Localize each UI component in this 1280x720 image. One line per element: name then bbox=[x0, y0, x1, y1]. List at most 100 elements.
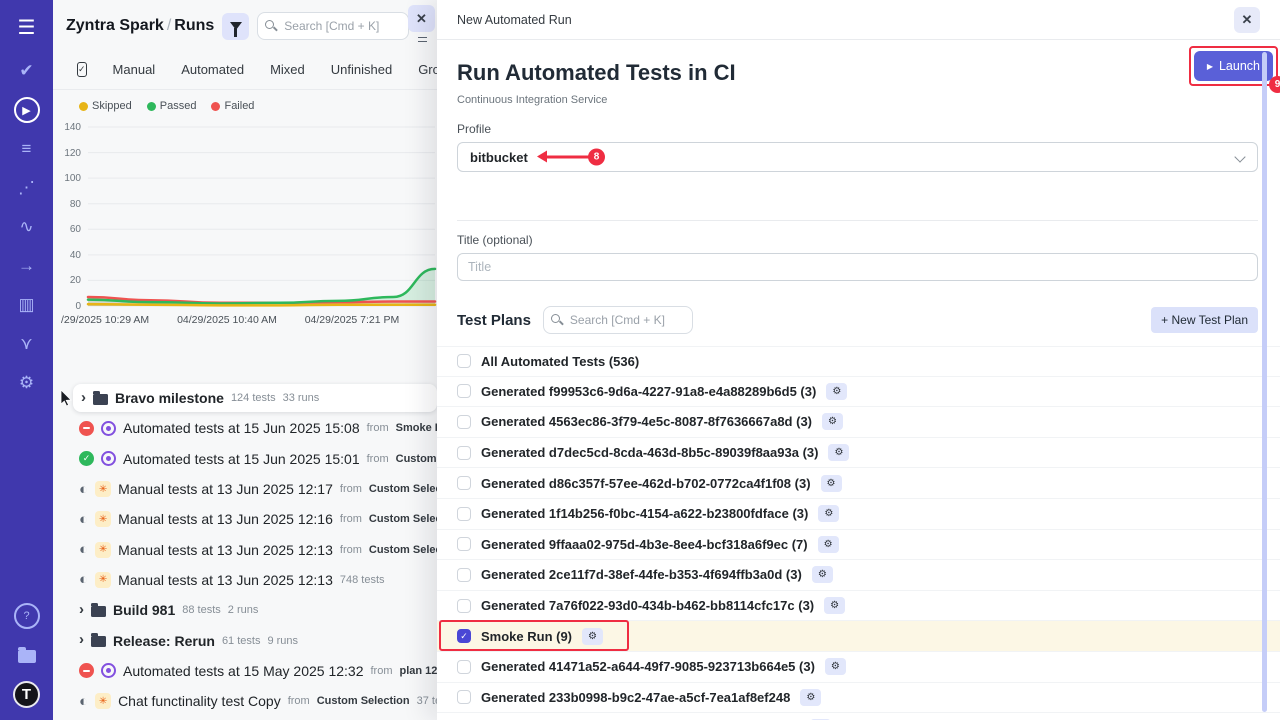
test-plan-row[interactable]: Generated f99953c6-9d6a-4227-91a8-e4a882… bbox=[437, 377, 1280, 408]
manual-run-icon: ✳ bbox=[95, 511, 111, 527]
plan-checkbox[interactable] bbox=[457, 384, 471, 398]
new-test-plan-button[interactable]: + New Test Plan bbox=[1151, 307, 1258, 333]
plan-checkbox[interactable] bbox=[457, 507, 471, 521]
chevron-right-icon[interactable]: › bbox=[79, 602, 84, 617]
tab-unfinished[interactable]: Unfinished bbox=[331, 62, 392, 77]
plan-settings-button[interactable]: ⚙ bbox=[824, 597, 845, 614]
plan-checkbox[interactable] bbox=[457, 415, 471, 429]
x-tick-label: /29/2025 10:29 AM bbox=[61, 314, 149, 326]
analytics-icon[interactable]: ▥ bbox=[14, 292, 40, 318]
test-plan-row[interactable]: Generated 233b0998-b9c2-47ae-a5cf-7ea1af… bbox=[437, 683, 1280, 714]
folder-row[interactable]: ›Bravo milestone124 tests33 runs bbox=[53, 383, 437, 413]
test-plan-row[interactable]: Generated d86c357f-57ee-462d-b702-0772ca… bbox=[437, 468, 1280, 499]
profile-annotation: 8 bbox=[546, 149, 605, 166]
run-row[interactable]: Automated tests at 15 May 2025 12:32from… bbox=[53, 656, 437, 686]
select-runs-icon[interactable]: ✓ bbox=[77, 62, 87, 77]
pulse-icon[interactable]: ∿ bbox=[14, 214, 40, 240]
tab-mixed[interactable]: Mixed bbox=[270, 62, 305, 77]
test-plan-row[interactable]: Generated 2ce11f7d-38ef-44fe-b353-4f694f… bbox=[437, 560, 1280, 591]
runs-search-input[interactable] bbox=[257, 12, 409, 40]
test-plan-row[interactable]: Generated 9ffaaa02-975d-4b3e-8ee4-bcf318… bbox=[437, 530, 1280, 561]
title-input[interactable] bbox=[457, 253, 1258, 281]
plan-settings-button[interactable]: ⚙ bbox=[828, 444, 849, 461]
plan-checkbox[interactable] bbox=[457, 599, 471, 613]
plan-checkbox[interactable] bbox=[457, 568, 471, 582]
new-run-body: Run Automated Tests in CI ▶ Launch 9 Con… bbox=[437, 40, 1280, 720]
runs-icon[interactable]: ▶ bbox=[14, 97, 40, 123]
plan-settings-button[interactable]: ⚙ bbox=[825, 658, 846, 675]
panel-close-button[interactable]: ✕ bbox=[1234, 7, 1260, 33]
run-title: Automated tests at 15 Jun 2025 15:08 bbox=[123, 420, 360, 436]
y-tick-label: 60 bbox=[53, 224, 81, 235]
y-tick-label: 0 bbox=[53, 301, 81, 312]
plan-checkbox[interactable]: ✓ bbox=[457, 629, 471, 643]
runs-panel-close-button[interactable]: ✕ bbox=[408, 5, 435, 32]
plan-settings-button[interactable]: ⚙ bbox=[812, 566, 833, 583]
from-source: Custom Selection bbox=[369, 513, 437, 525]
plan-settings-button[interactable]: ⚙ bbox=[582, 628, 603, 645]
test-plan-row[interactable]: Generated 4563ec86-3f79-4e5c-8087-8f7636… bbox=[437, 407, 1280, 438]
run-title: Manual tests at 13 Jun 2025 12:13 bbox=[118, 572, 333, 588]
plan-label: Generated 233b0998-b9c2-47ae-a5cf-7ea1af… bbox=[481, 690, 790, 705]
automated-run-icon bbox=[101, 663, 116, 678]
run-row[interactable]: ◐✳Manual tests at 13 Jun 2025 12:16fromC… bbox=[53, 504, 437, 534]
help-icon[interactable]: ? bbox=[14, 603, 40, 629]
plan-settings-button[interactable]: ⚙ bbox=[800, 689, 821, 706]
search-icon bbox=[551, 314, 560, 323]
plan-checkbox[interactable] bbox=[457, 690, 471, 704]
plan-settings-button[interactable]: ⚙ bbox=[822, 413, 843, 430]
chevron-right-icon[interactable]: › bbox=[81, 390, 86, 405]
plan-checkbox[interactable] bbox=[457, 446, 471, 460]
run-row[interactable]: ✓Automated tests at 15 Jun 2025 15:01fro… bbox=[53, 444, 437, 474]
tab-manual[interactable]: Manual bbox=[113, 62, 156, 77]
folder-row[interactable]: ›Release: Rerun61 tests9 runs bbox=[53, 625, 437, 655]
from-source: Custom Selection bbox=[317, 695, 410, 707]
folder-row-card[interactable]: ›Bravo milestone124 tests33 runs bbox=[73, 384, 437, 412]
projects-folder-icon[interactable] bbox=[14, 642, 40, 668]
test-plan-row[interactable]: Generated 41471a52-a644-49f7-9085-923713… bbox=[437, 652, 1280, 683]
run-row[interactable]: ◐✳Manual tests at 13 Jun 2025 12:13748 t… bbox=[53, 565, 437, 595]
chevron-right-icon[interactable]: › bbox=[79, 632, 84, 647]
test-plan-row[interactable]: Generated 7a76f022-93d0-434b-b462-bb8114… bbox=[437, 591, 1280, 622]
import-icon[interactable]: → bbox=[14, 253, 40, 279]
manual-run-icon: ✳ bbox=[95, 542, 111, 558]
tests-icon[interactable]: ✔ bbox=[14, 58, 40, 84]
test-plan-row[interactable]: Generated d7dec5cd-8cda-463d-8b5c-89039f… bbox=[437, 438, 1280, 469]
plan-settings-button[interactable]: ⚙ bbox=[821, 475, 842, 492]
settings-icon[interactable]: ⚙ bbox=[14, 370, 40, 396]
folder-row[interactable]: ›Build 98188 tests2 runs bbox=[53, 595, 437, 625]
breadcrumb-project[interactable]: Zyntra Spark bbox=[66, 17, 164, 34]
partial-status-icon: ◐ bbox=[79, 482, 88, 497]
plan-checkbox[interactable] bbox=[457, 660, 471, 674]
panel-header-title: New Automated Run bbox=[457, 13, 572, 27]
tab-groups[interactable]: Groups bbox=[418, 62, 437, 77]
plan-settings-button[interactable]: ⚙ bbox=[818, 505, 839, 522]
run-row[interactable]: ◐✳Manual tests at 13 Jun 2025 12:17fromC… bbox=[53, 474, 437, 504]
test-plan-row[interactable]: ✓Smoke Run (9)⚙ bbox=[437, 621, 1280, 652]
plan-settings-button[interactable]: ⚙ bbox=[818, 536, 839, 553]
test-plan-row[interactable]: All Automated Tests (536) bbox=[437, 346, 1280, 377]
folder-tests-count: 88 tests bbox=[182, 604, 221, 616]
plan-checkbox[interactable] bbox=[457, 537, 471, 551]
filter-button[interactable] bbox=[222, 13, 249, 40]
scrollbar[interactable] bbox=[1262, 52, 1267, 712]
failed-status-icon bbox=[79, 421, 94, 436]
plan-checkbox[interactable] bbox=[457, 354, 471, 368]
suites-icon[interactable]: ≡ bbox=[14, 136, 40, 162]
steps-icon[interactable]: ⋰ bbox=[14, 175, 40, 201]
plan-checkbox[interactable] bbox=[457, 476, 471, 490]
plan-settings-button[interactable]: ⚙ bbox=[826, 383, 847, 400]
branches-icon[interactable]: ⋎ bbox=[14, 331, 40, 357]
test-plan-row[interactable]: Generated a4d690b7-8889-4ae1-92aa-0c3001… bbox=[437, 713, 1280, 720]
profile-select[interactable]: bitbucket 8 bbox=[457, 142, 1258, 172]
run-row[interactable]: Automated tests at 15 Jun 2025 15:08from… bbox=[53, 413, 437, 443]
menu-icon[interactable]: ☰ bbox=[14, 14, 40, 40]
test-plan-row[interactable]: Generated 1f14b256-f0bc-4154-a622-b23800… bbox=[437, 499, 1280, 530]
run-row[interactable]: ◐✳Chat functinality test CopyfromCustom … bbox=[53, 686, 437, 716]
run-row[interactable]: ◐✳Manual tests at 13 Jun 2025 12:13fromC… bbox=[53, 534, 437, 564]
legend-label: Failed bbox=[224, 100, 254, 112]
tab-automated[interactable]: Automated bbox=[181, 62, 244, 77]
test-plans-search-input[interactable] bbox=[543, 306, 693, 334]
automated-run-icon bbox=[101, 451, 116, 466]
logo-t[interactable]: T bbox=[13, 681, 40, 708]
